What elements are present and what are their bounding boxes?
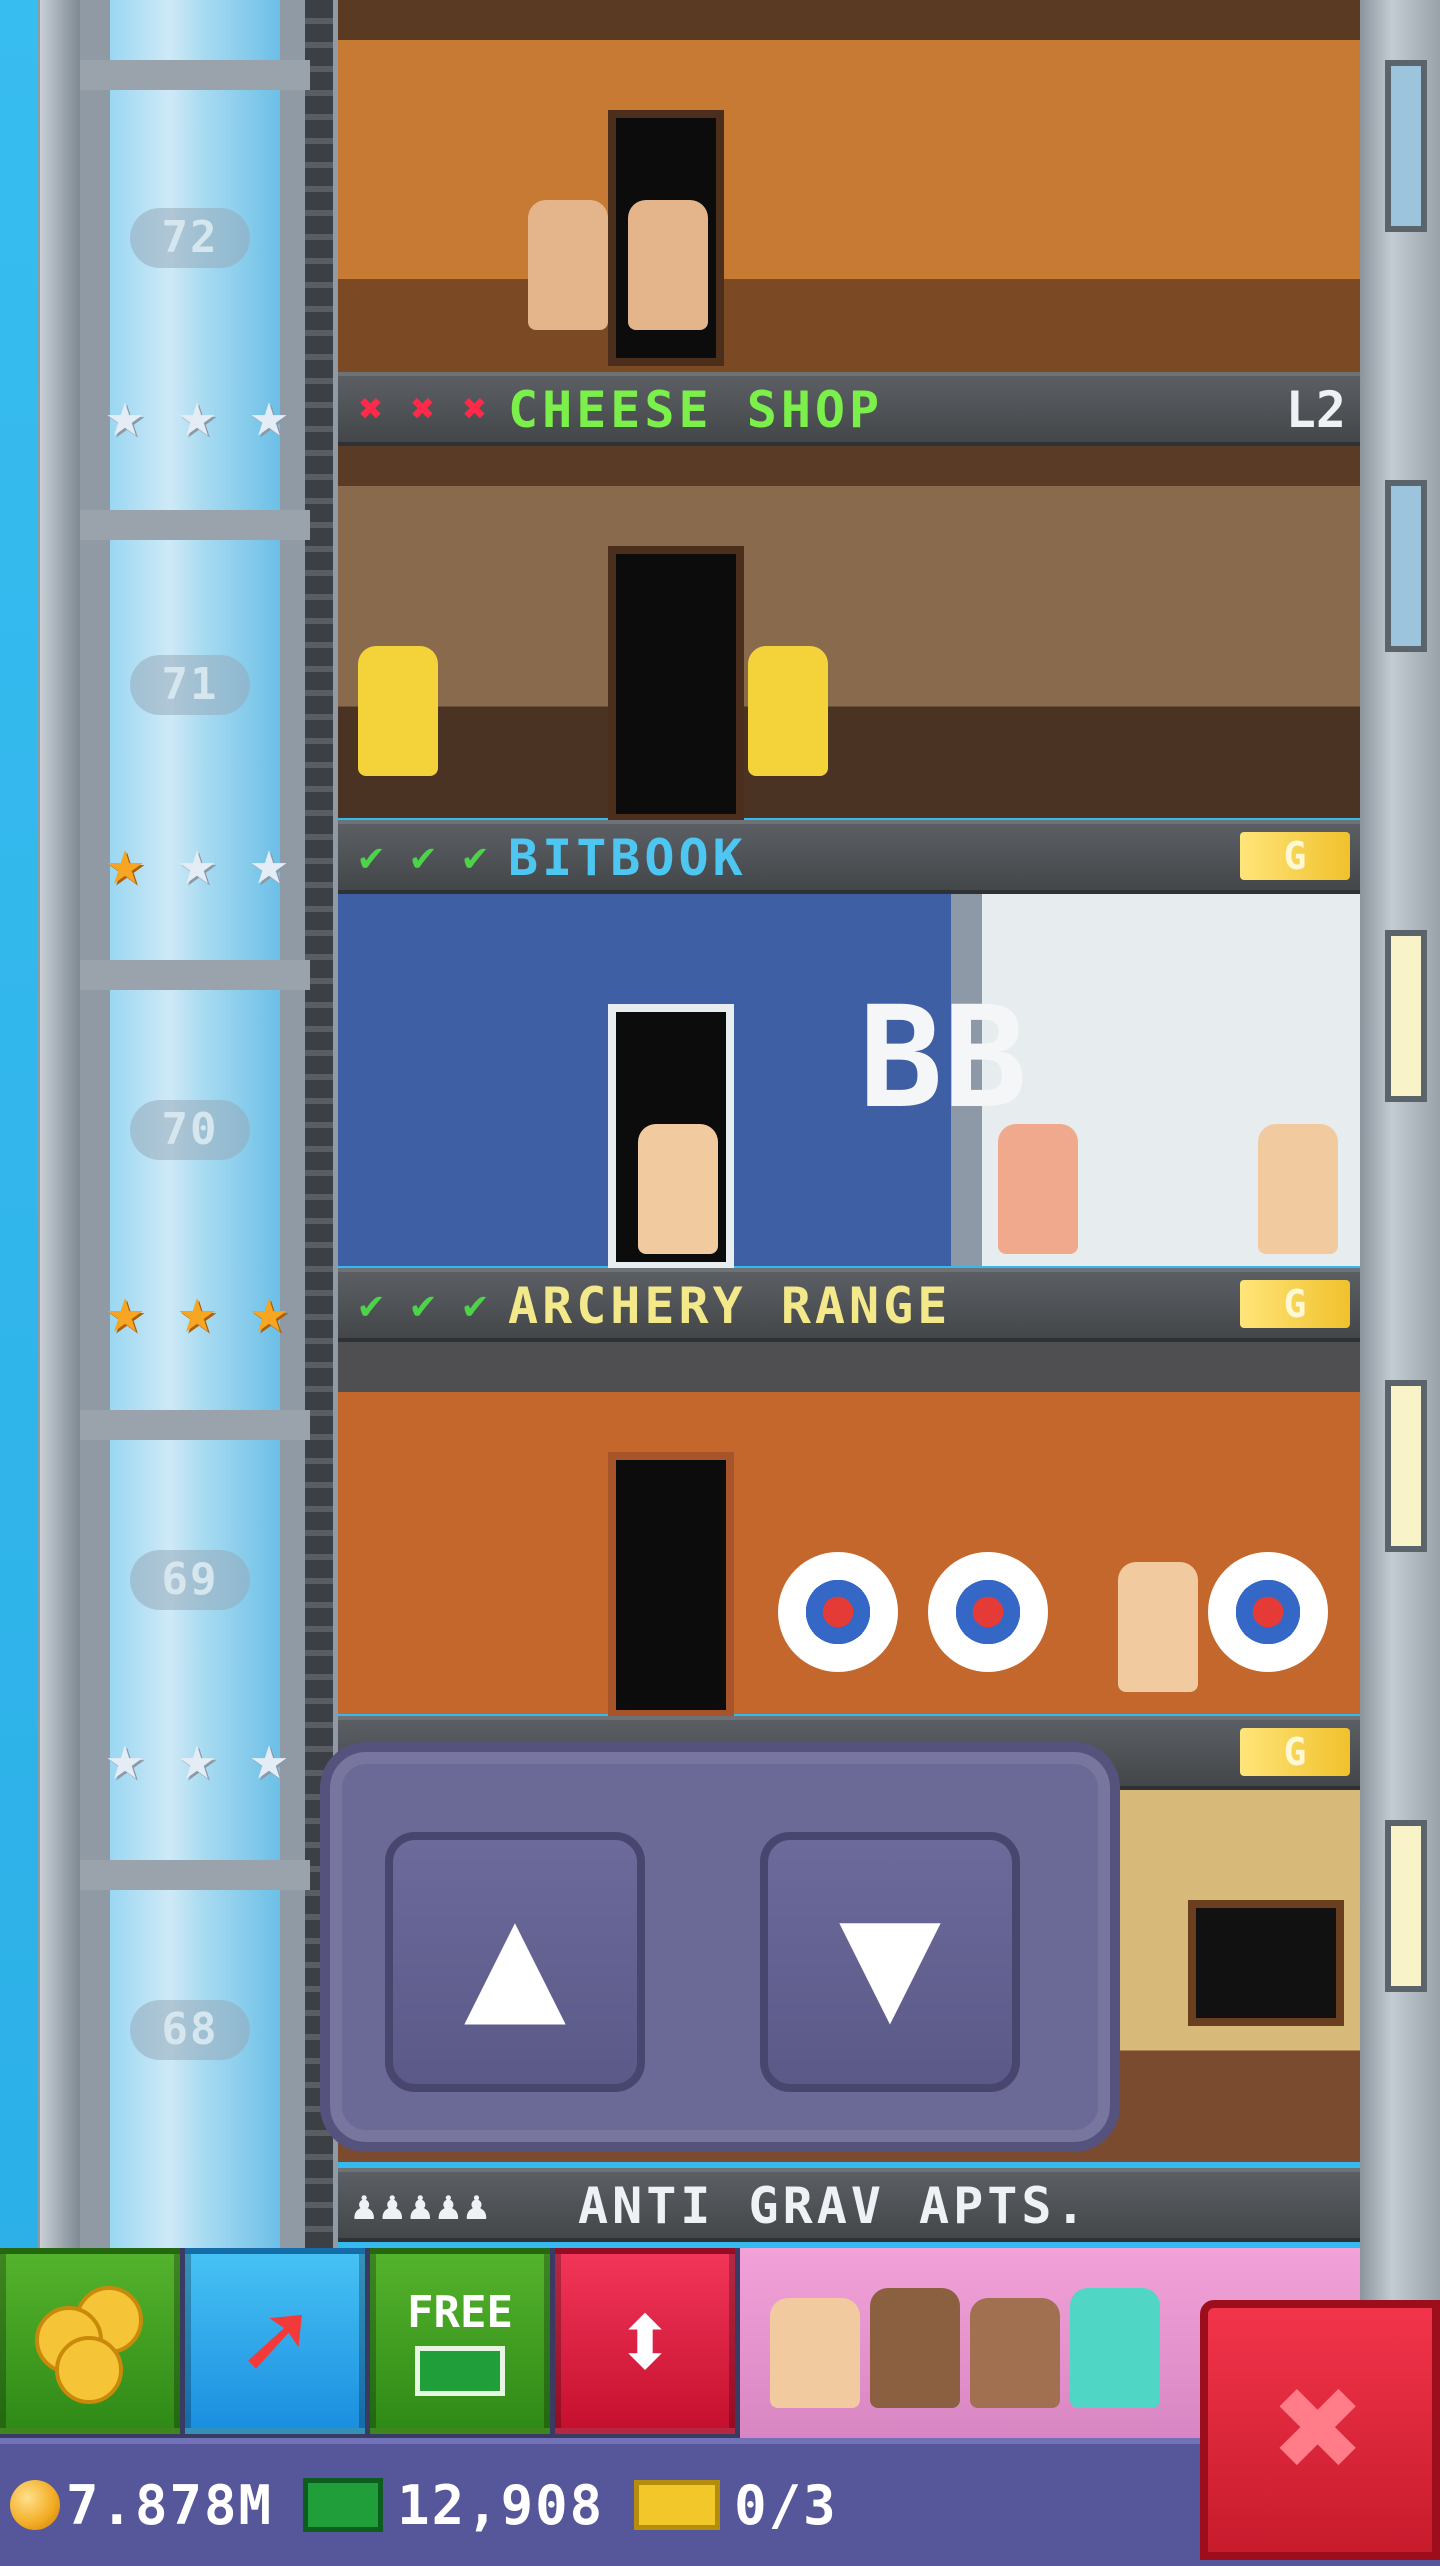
check-icon: ✔	[462, 1282, 488, 1328]
floor-label-archery-range[interactable]: ✔ ✔ ✔ ARCHERY RANGE G	[338, 1268, 1360, 1342]
floor-room-bitbook[interactable]: BB	[338, 894, 1360, 1270]
floor-rating: ★ ★ ★	[92, 1725, 302, 1795]
elevator-up-button[interactable]: ▲	[385, 1832, 645, 2092]
resident-icons: ♟♟♟♟♟	[352, 2183, 493, 2229]
resident[interactable]	[970, 2298, 1060, 2408]
elevator-down-button[interactable]: ▼	[760, 1832, 1020, 2092]
resident[interactable]	[1070, 2288, 1160, 2408]
star-icon: ★	[177, 826, 217, 900]
resident[interactable]	[528, 200, 608, 330]
archery-target	[778, 1552, 898, 1672]
floor-title: BITBOOK	[508, 829, 747, 887]
star-icon: ★	[249, 826, 289, 900]
cross-icon: ✖	[358, 386, 384, 432]
star-icon: ★	[249, 1274, 289, 1348]
check-icon: ✔	[358, 834, 384, 880]
window	[1385, 60, 1427, 232]
check-icon: ✔	[410, 1282, 436, 1328]
floor-number: 71	[130, 655, 250, 715]
window	[1385, 930, 1427, 1102]
floor-room-72[interactable]	[338, 0, 1360, 372]
floor-room-archery-range[interactable]	[338, 1342, 1360, 1718]
floor-title: CHEESE SHOP	[508, 381, 884, 439]
floor-divider	[80, 510, 310, 540]
floor-rating: ★ ★ ★	[92, 830, 302, 900]
bux-icon	[303, 2478, 384, 2532]
check-icon: ✔	[358, 1282, 384, 1328]
floor-room-cheese-shop[interactable]	[338, 446, 1360, 822]
floor-rating: ★ ★ ★	[92, 382, 302, 452]
stock-status: ✔ ✔ ✔	[348, 1282, 498, 1328]
gold-ticket-tag[interactable]: G	[1240, 832, 1350, 880]
bux-icon	[415, 2345, 505, 2396]
floor-label-cheese-shop[interactable]: ✖ ✖ ✖ CHEESE SHOP L2	[338, 372, 1360, 446]
floor-divider	[80, 60, 310, 90]
stock-status: ✔ ✔ ✔	[348, 834, 498, 880]
bux-count: 12,908	[397, 2473, 605, 2537]
sky-background	[0, 0, 38, 2560]
star-icon: ★	[105, 378, 145, 452]
floor-divider	[80, 960, 310, 990]
resident[interactable]	[748, 646, 828, 776]
shaft-rail	[40, 0, 80, 2300]
star-icon: ★	[105, 826, 145, 900]
floor-divider	[80, 1410, 310, 1440]
star-icon: ★	[105, 1274, 145, 1348]
cross-icon: ✖	[462, 386, 488, 432]
bitbook-sign: BB	[858, 977, 1028, 1140]
free-bux-button[interactable]: FREE	[370, 2248, 550, 2434]
cross-icon: ✖	[410, 386, 436, 432]
archery-target	[928, 1552, 1048, 1672]
floor-number: 72	[130, 208, 250, 268]
floor-title: ARCHERY RANGE	[508, 1277, 952, 1335]
gold-ticket-tag[interactable]: G	[1240, 1728, 1350, 1776]
elevator-button[interactable]: ⬍	[555, 2248, 735, 2434]
ticket-count: 0/3	[734, 2473, 838, 2537]
resident[interactable]	[998, 1124, 1078, 1254]
floor-divider	[80, 1860, 310, 1890]
resident[interactable]	[358, 646, 438, 776]
gold-ticket-tag[interactable]: G	[1240, 1280, 1350, 1328]
floor-number: 68	[130, 2000, 250, 2060]
star-icon: ★	[177, 1274, 217, 1348]
close-button[interactable]: ✖	[1200, 2300, 1440, 2560]
coins-count: 7.878M	[66, 2473, 274, 2537]
star-icon: ★	[177, 1721, 217, 1795]
arrow-pointer-icon: ➚	[241, 2277, 309, 2405]
floor-label-bitbook[interactable]: ✔ ✔ ✔ BITBOOK G	[338, 820, 1360, 894]
resident[interactable]	[870, 2288, 960, 2408]
resident[interactable]	[1258, 1124, 1338, 1254]
floor-rating: ★ ★ ★	[92, 1278, 302, 1348]
check-icon: ✔	[410, 834, 436, 880]
elevator-arrows-icon: ⬍	[611, 2277, 679, 2405]
star-icon: ★	[249, 378, 289, 452]
star-icon: ★	[177, 378, 217, 452]
ticket-icon	[634, 2480, 721, 2530]
floor-title: ANTI GRAV APTS.	[578, 2177, 1090, 2235]
coins-button[interactable]	[0, 2248, 180, 2434]
coin-icon	[10, 2480, 60, 2530]
coins-icon	[35, 2286, 145, 2404]
floor-number: 69	[130, 1550, 250, 1610]
window	[1385, 1820, 1427, 1992]
free-label: FREE	[407, 2286, 513, 2338]
pick-button[interactable]: ➚	[185, 2248, 365, 2434]
resident[interactable]	[628, 200, 708, 330]
room-door	[608, 546, 744, 822]
room-door	[608, 1452, 734, 1718]
resident[interactable]	[638, 1124, 718, 1254]
star-icon: ★	[249, 1721, 289, 1795]
menu-board	[1188, 1900, 1344, 2026]
floor-number: 70	[130, 1100, 250, 1160]
check-icon: ✔	[462, 834, 488, 880]
resident[interactable]	[1118, 1562, 1198, 1692]
stock-status: ✖ ✖ ✖	[348, 386, 498, 432]
resident[interactable]	[770, 2298, 860, 2408]
archery-target	[1208, 1552, 1328, 1672]
floor-label-anti-grav[interactable]: ♟♟♟♟♟ ANTI GRAV APTS.	[338, 2168, 1360, 2242]
window	[1385, 1380, 1427, 1552]
window	[1385, 480, 1427, 652]
level-tag: L2	[1285, 381, 1346, 439]
star-icon: ★	[105, 1721, 145, 1795]
